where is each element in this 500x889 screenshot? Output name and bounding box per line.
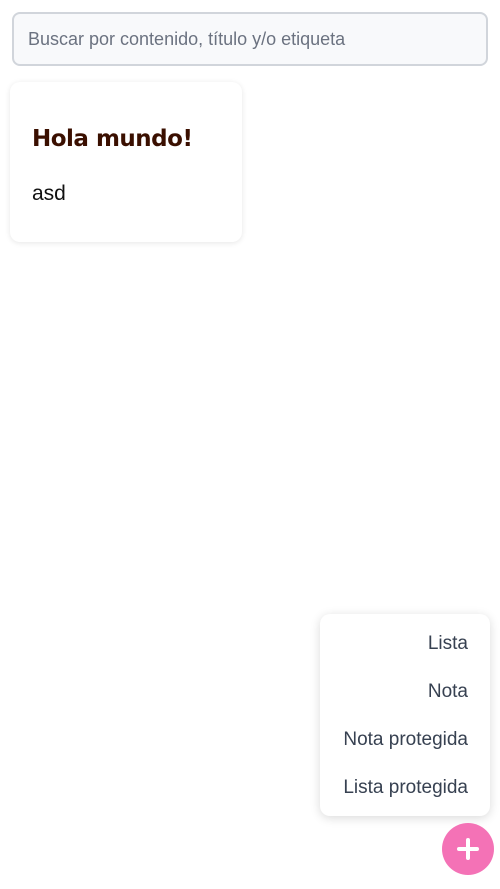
note-title: Hola mundo! bbox=[32, 126, 193, 152]
note-body: asd bbox=[32, 182, 66, 205]
add-button[interactable] bbox=[442, 823, 494, 875]
menu-item-nota-protegida[interactable]: Nota protegida bbox=[320, 716, 490, 764]
create-menu: Lista Nota Nota protegida Lista protegid… bbox=[320, 614, 490, 816]
menu-item-lista-protegida[interactable]: Lista protegida bbox=[320, 764, 490, 812]
menu-item-nota[interactable]: Nota bbox=[320, 668, 490, 716]
search-input[interactable] bbox=[12, 12, 488, 66]
menu-item-lista[interactable]: Lista bbox=[320, 620, 490, 668]
note-card[interactable]: Hola mundo! asd bbox=[10, 82, 242, 242]
notes-app: Hola mundo! asd Lista Nota Nota protegid… bbox=[0, 0, 500, 889]
